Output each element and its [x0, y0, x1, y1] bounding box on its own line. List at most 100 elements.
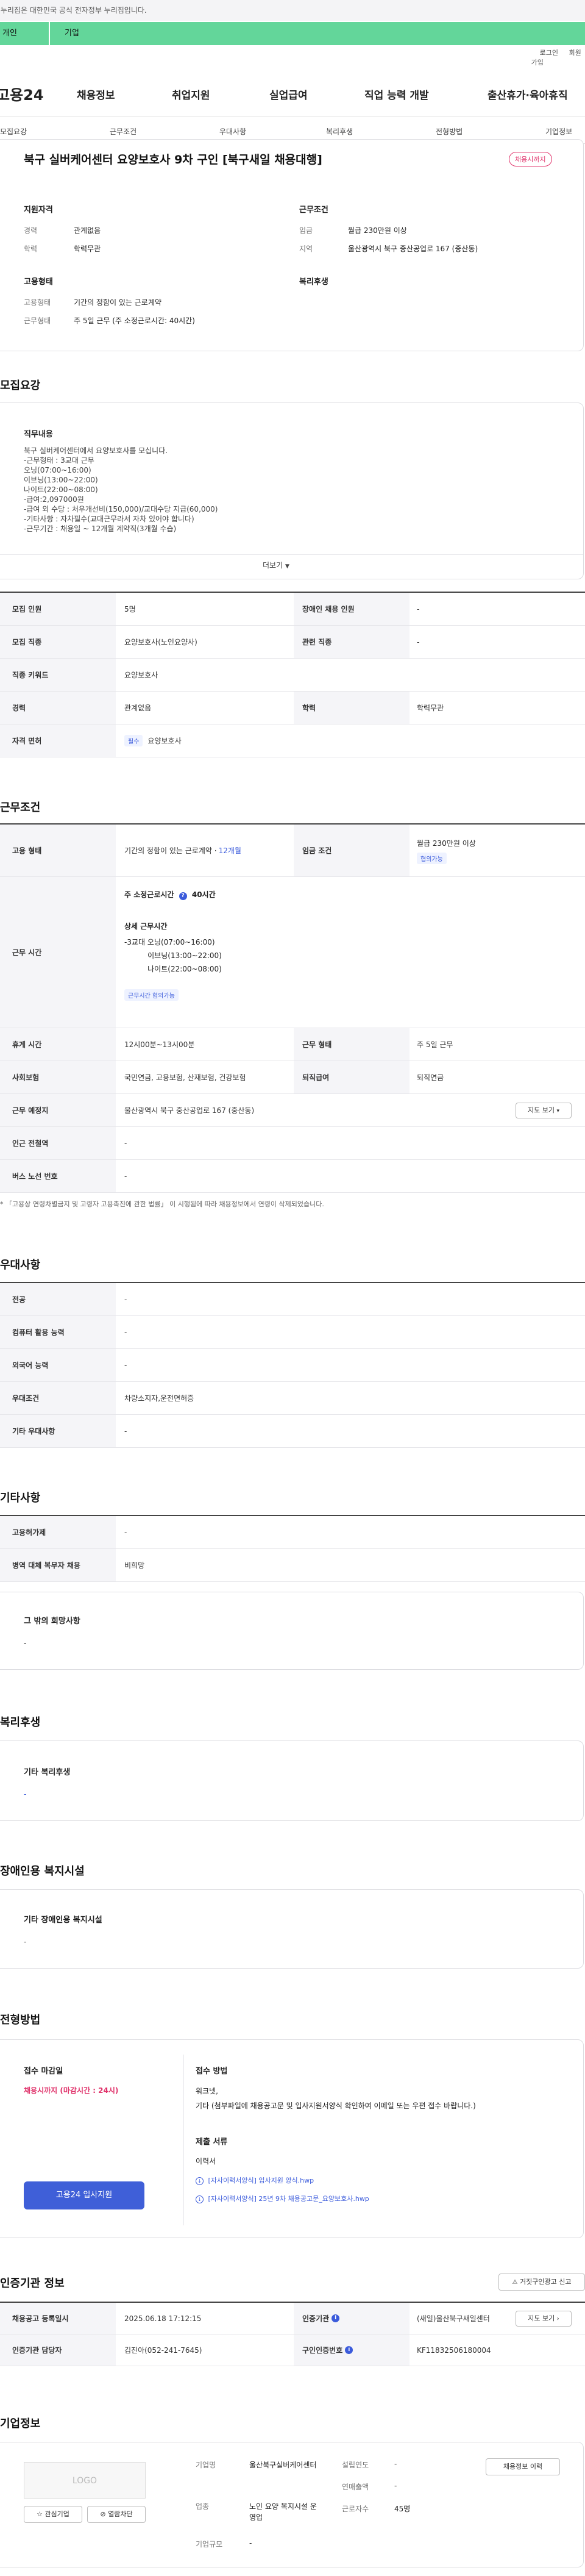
- site-logo[interactable]: 고용24: [0, 83, 44, 104]
- map-button[interactable]: 지도 보기 ▾: [516, 1103, 572, 1118]
- founded-value: -: [394, 2460, 397, 2468]
- apply-button[interactable]: 고용24 입사지원: [24, 2181, 144, 2209]
- deadline-heading: 접수 마감일: [24, 2067, 63, 2076]
- table-row: 모집 인원 5명 장애인 채용 인원 -: [0, 593, 585, 626]
- row-value: 관계없음: [124, 704, 152, 712]
- table-row: 인증기관 담당자 김진아(052-241-7645) 구인인증번호 i KF11…: [0, 2334, 585, 2366]
- company-name-label: 기업명: [196, 2461, 216, 2469]
- tab-company[interactable]: 기업: [50, 22, 585, 45]
- benefit-card: 기타 복리후생 -: [0, 1741, 584, 1821]
- tab-pref[interactable]: 우대사항: [219, 126, 246, 137]
- row-label: 채용공고 등록일시: [0, 2303, 116, 2334]
- global-nav: 고용24 채용정보 취업지원 실업급여 직업 능력 개발 출산휴가·육아휴직: [0, 73, 585, 117]
- tab-personal[interactable]: 개인: [0, 22, 49, 45]
- scale-value: -: [249, 2539, 252, 2547]
- attachment-link[interactable]: ↓ [자사이력서양식] 25년 9차 채용공고문_요양보호사.hwp: [196, 2194, 369, 2203]
- tab-process[interactable]: 전형방법: [436, 126, 463, 137]
- process-card: 접수 마감일 채용시까지 (마감시간 : 24시) 접수 방법 워크넷, 기타 …: [0, 2039, 584, 2238]
- gnb-unemployment[interactable]: 실업급여: [269, 87, 308, 102]
- agency-map-button[interactable]: 지도 보기 ›: [516, 2311, 572, 2327]
- row-value: -: [124, 1361, 127, 1370]
- hope-card: 그 밖의 희망사항 -: [0, 1592, 584, 1670]
- wage-chip: 협의가능: [417, 853, 447, 864]
- hours-chip: 근무시간 협의가능: [124, 989, 179, 1001]
- row-label-text: 인증기관: [302, 2314, 330, 2323]
- disability-heading: 기타 장애인용 복지시설: [24, 1916, 102, 1925]
- method-value: 워크넷, 기타 (첨부파일에 채용공고문 및 입사지원서양식 확인하여 이메일 …: [196, 2087, 476, 2110]
- gov-banner: 이 누리집은 대한민국 공식 전자정부 누리집입니다.: [0, 0, 585, 21]
- hiring-history-button[interactable]: 채용정보 이력: [486, 2458, 560, 2475]
- row-label: 모집 인원: [0, 593, 116, 625]
- benefit-value: -: [24, 1790, 27, 1798]
- table-row: 휴게 시간 12시00분~13시00분 근무 형태 주 5일 근무: [0, 1028, 585, 1061]
- gov-banner-text: 이 누리집은 대한민국 공식 전자정부 누리집입니다.: [0, 6, 147, 15]
- row-label: 장애인 채용 인원: [294, 593, 410, 625]
- row-label: 외국어 능력: [0, 1349, 116, 1381]
- qual-value: 관계없음: [74, 226, 101, 235]
- required-chip: 필수: [124, 735, 143, 746]
- company-name-value: 울산북구실버케어센터: [249, 2461, 317, 2469]
- row-value: 필수 요양보호사: [124, 724, 182, 757]
- emp-label: 고용형태: [24, 298, 51, 307]
- login-link[interactable]: 로그인: [540, 49, 558, 57]
- row-value: -: [124, 1172, 127, 1181]
- attachment-link[interactable]: ↓ [자사이력서양식] 입사지원 양식.hwp: [196, 2175, 314, 2185]
- row-label: 직종 키워드: [0, 659, 116, 691]
- section-recruit: 모집요강: [0, 379, 41, 392]
- age-note: * 「고용상 연령차별금지 및 고령자 고용촉진에 관한 법률」 이 시행됨에 …: [0, 1200, 324, 1208]
- report-fake-ad-button[interactable]: ⚠ 거짓구인광고 신고: [498, 2274, 585, 2291]
- docs-value: 이력서: [196, 2157, 216, 2166]
- table-row: 고용허가제 -: [0, 1516, 585, 1549]
- industry-value: 노인 요양 복지시설 운영업: [249, 2502, 317, 2522]
- company-logo: LOGO: [24, 2462, 146, 2499]
- favorite-company-button[interactable]: ☆ 관심기업: [24, 2506, 82, 2523]
- row-value: 요양보호사(노인요양사): [124, 638, 197, 646]
- company-card: LOGO ☆ 관심기업 ⊘ 열람차단 기업명 울산북구실버케어센터 업종 노인 …: [0, 2442, 584, 2567]
- row-label: 모집 직종: [0, 626, 116, 658]
- duty-text: 북구 실버케어센터에서 요양보호사를 모십니다. -근무형태 : 3교대 근무 …: [24, 446, 218, 533]
- industry-label: 업종: [196, 2502, 210, 2511]
- row-value: 기간의 정함이 있는 근로계약 · 12개월: [124, 825, 241, 876]
- row-label-text: 구인인증번호: [302, 2346, 343, 2355]
- docs-heading: 제출 서류: [196, 2138, 228, 2147]
- emp-type-months: 12개월: [218, 846, 241, 855]
- section-company: 기업정보: [0, 2417, 41, 2430]
- deadline-value: 채용시까지 (마감시간 : 24시): [24, 2086, 119, 2095]
- tab-work[interactable]: 근무조건: [110, 126, 136, 137]
- chevron-down-icon: ▾: [556, 1108, 559, 1114]
- table-row: 우대조건 차량소지자,운전면허증: [0, 1382, 585, 1415]
- row-value: 5명: [124, 605, 136, 614]
- table-row: 근무 시간 주 소정근로시간 ? 40시간 상세 근무시간 -3교대 오닝(07…: [0, 877, 585, 1028]
- row-label: 퇴직급여: [294, 1061, 410, 1093]
- tab-company[interactable]: 기업정보: [545, 126, 572, 137]
- benefit-heading: 기타 복리후생: [24, 1768, 71, 1777]
- gnb-training[interactable]: 직업 능력 개발: [364, 87, 429, 102]
- favorite-label: 관심기업: [44, 2510, 69, 2518]
- qual-heading: 지원자격: [24, 206, 53, 215]
- gnb-employment-support[interactable]: 취업지원: [172, 87, 210, 102]
- table-row: 직종 키워드 요양보호사: [0, 659, 585, 692]
- sales-value: -: [394, 2481, 397, 2490]
- more-button[interactable]: 더보기 ▼: [263, 560, 289, 570]
- table-row: 모집 직종 요양보호사(노인요양사) 관련 직종 -: [0, 626, 585, 659]
- section-etc: 기타사항: [0, 1492, 41, 1504]
- report-icon: ⚠: [512, 2279, 518, 2286]
- row-label: 근무 예정지: [0, 1094, 116, 1126]
- gnb-leave[interactable]: 출산휴가·육아휴직: [488, 87, 568, 102]
- info-icon[interactable]: ?: [179, 892, 187, 900]
- gnb-jobs[interactable]: 채용정보: [77, 87, 115, 102]
- row-value: 12시00분~13시00분: [124, 1040, 195, 1049]
- row-label: 버스 노선 번호: [0, 1160, 116, 1192]
- hope-value: -: [24, 1639, 27, 1647]
- row-value: 울산광역시 북구 중산공업로 167 (중산동): [124, 1106, 255, 1115]
- block-view-button[interactable]: ⊘ 열람차단: [87, 2506, 146, 2523]
- info-icon[interactable]: i: [345, 2346, 353, 2354]
- tab-recruit[interactable]: 모집요강: [0, 126, 27, 137]
- emp-value: 주 5일 근무 (주 소정근로시간: 40시간): [74, 317, 195, 325]
- info-icon[interactable]: i: [332, 2314, 340, 2322]
- license-value: 요양보호사: [147, 737, 182, 745]
- more-label: 더보기: [263, 561, 283, 570]
- tab-benefit[interactable]: 복리후생: [326, 126, 353, 137]
- row-value: -: [124, 1426, 127, 1436]
- table-row: 자격 면허 필수 요양보호사: [0, 724, 585, 757]
